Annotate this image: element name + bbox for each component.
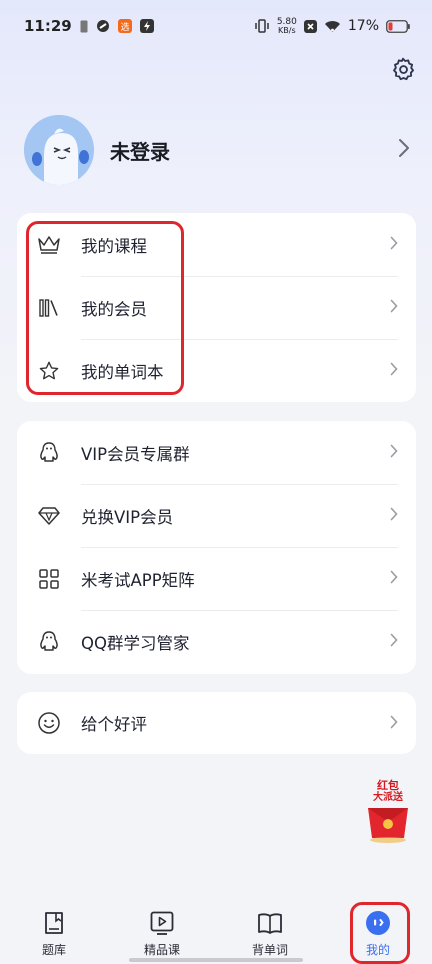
status-right: 5.80 KB/s 17%: [254, 17, 410, 35]
profile-name: 未登录: [110, 139, 170, 164]
diamond-icon: [37, 504, 61, 528]
menu-item-redeem-vip[interactable]: 兑换VIP会员: [17, 484, 416, 547]
net-speed-unit: KB/s: [278, 26, 296, 35]
red-envelope-promo[interactable]: 红包 大派送: [362, 780, 414, 844]
chevron-right-icon: [390, 443, 398, 462]
bottom-navigation: 题库 精品课 背单词 我的: [0, 900, 432, 964]
sim-card-icon: [80, 20, 88, 33]
status-time: 11:29: [24, 17, 72, 35]
qq-penguin-icon: [37, 441, 61, 465]
tab-label: 我的: [365, 943, 390, 957]
row-label: 米考试APP矩阵: [81, 570, 195, 590]
menu-item-vip-group[interactable]: VIP会员专属群: [17, 421, 416, 484]
tab-mine[interactable]: 我的: [324, 900, 432, 958]
svg-text:选: 选: [120, 21, 129, 33]
home-indicator: [129, 958, 303, 962]
flash-app-icon: [139, 19, 154, 33]
status-bar: 11:29 选 5.80 KB/s 17%: [0, 0, 432, 52]
row-label: VIP会员专属群: [81, 444, 190, 464]
chevron-right-icon: [398, 138, 410, 162]
tab-label: 精品课: [143, 943, 180, 957]
menu-item-rate-app[interactable]: 给个好评: [17, 692, 416, 754]
network-speed: 5.80 KB/s: [277, 17, 297, 35]
chevron-right-icon: [390, 298, 398, 317]
video-course-icon: [149, 910, 175, 936]
settings-button[interactable]: [390, 56, 416, 82]
tab-premium-courses[interactable]: 精品课: [108, 900, 216, 958]
vibrate-icon: [254, 19, 270, 33]
wifi-icon: [324, 20, 341, 33]
tab-vocabulary[interactable]: 背单词: [216, 900, 324, 958]
chevron-right-icon: [390, 506, 398, 525]
promo-line-2: 大派送: [373, 792, 403, 803]
smile-icon: [37, 711, 61, 735]
mine-face-icon: [365, 910, 391, 936]
chevron-right-icon: [390, 569, 398, 588]
chevron-right-icon: [390, 714, 398, 733]
question-bank-icon: [41, 910, 67, 936]
avatar: [24, 115, 94, 185]
promo-line-1: 红包: [377, 779, 399, 792]
chevron-right-icon: [390, 235, 398, 254]
tab-label: 背单词: [251, 943, 288, 957]
battery-icon: [386, 19, 410, 33]
battery-percent: 17%: [347, 18, 379, 34]
app-notification-icon: [96, 19, 110, 33]
open-book-icon: [257, 910, 283, 936]
profile-header[interactable]: 未登录: [24, 114, 416, 186]
highlight-box-my-items: [26, 221, 184, 395]
promo-text: 红包 大派送: [362, 780, 414, 804]
row-label: QQ群学习管家: [81, 633, 190, 653]
status-left: 11:29 选: [24, 17, 154, 35]
menu-card-feedback: 给个好评: [17, 692, 416, 754]
tab-label: 题库: [41, 943, 66, 957]
row-label: 给个好评: [81, 715, 147, 734]
row-label: 兑换VIP会员: [81, 507, 174, 527]
menu-card-services: VIP会员专属群 兑换VIP会员 米考试APP矩阵 QQ群学习管家: [17, 421, 416, 674]
app-grid-icon: [37, 567, 61, 591]
tab-question-bank[interactable]: 题库: [0, 900, 108, 958]
chevron-right-icon: [390, 361, 398, 380]
orange-app-icon: 选: [117, 19, 132, 33]
data-saver-icon: [303, 19, 317, 33]
gear-icon: [390, 57, 416, 86]
qq-penguin-icon: [37, 630, 61, 654]
menu-item-app-matrix[interactable]: 米考试APP矩阵: [17, 547, 416, 610]
chevron-right-icon: [390, 632, 398, 651]
menu-item-qq-study-manager[interactable]: QQ群学习管家: [17, 610, 416, 673]
